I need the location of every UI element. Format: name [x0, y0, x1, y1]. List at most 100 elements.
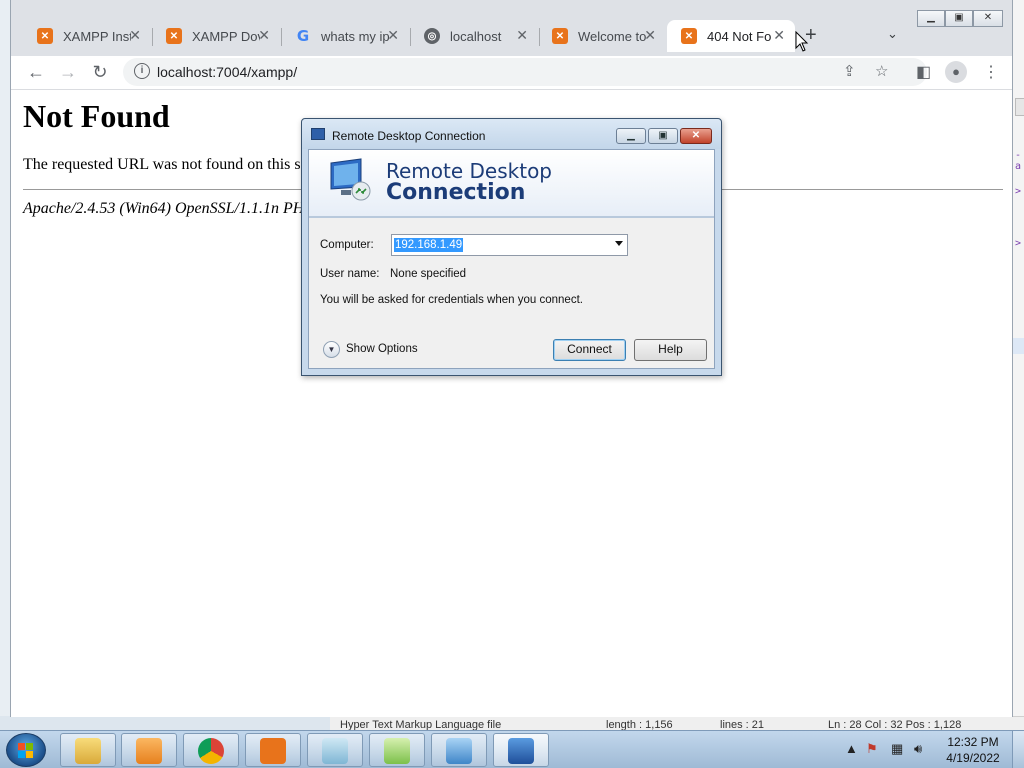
remote-desktop-icon: [311, 128, 325, 140]
tab-close-icon[interactable]: ✕: [644, 27, 656, 44]
tab-xampp-download[interactable]: ✕ XAMPP Dov ✕: [152, 20, 280, 52]
banner-title-line2: Connection: [386, 180, 526, 205]
action-center-icon[interactable]: ⚑: [866, 741, 878, 757]
tab-close-icon[interactable]: ✕: [129, 27, 141, 44]
help-button[interactable]: Help: [634, 339, 707, 361]
tab-search-chevron-icon[interactable]: ⌄: [887, 26, 898, 42]
notepad-icon: [322, 738, 348, 764]
show-options-link[interactable]: Show Options: [346, 343, 418, 355]
forward-arrow-icon[interactable]: →: [57, 62, 79, 83]
dialog-titlebar[interactable]: Remote Desktop Connection ▁ ▣ ✕: [302, 119, 721, 149]
mouse-cursor-icon: [795, 31, 809, 52]
close-window-icon[interactable]: ✕: [973, 10, 1003, 27]
network-icon[interactable]: ▦: [891, 741, 903, 757]
chrome-icon: [198, 738, 224, 764]
tab-title: localhost: [450, 28, 502, 44]
xampp-icon: ✕: [37, 28, 53, 44]
credentials-note: You will be asked for credentials when y…: [320, 294, 583, 306]
taskbar-notepad[interactable]: [307, 733, 363, 767]
remote-desktop-monitor-icon: [330, 158, 371, 201]
browser-toolbar: ← → ↻ i localhost:7004/xampp/ ⇪ ☆ ◧ ● ⋮: [11, 56, 1012, 90]
remote-desktop-dialog: Remote Desktop Connection ▁ ▣ ✕ Remote D…: [301, 118, 722, 376]
close-icon[interactable]: ✕: [680, 128, 712, 144]
taskbar-chrome[interactable]: [183, 733, 239, 767]
editor-markup-fragment: >: [1015, 238, 1022, 249]
notepad-plus-plus-icon: [384, 738, 410, 764]
tab-title: 404 Not Fo: [707, 28, 772, 44]
maximize-icon[interactable]: ▣: [648, 128, 678, 144]
taskbar-remote-desktop[interactable]: [493, 733, 549, 767]
tab-close-icon[interactable]: ✕: [258, 27, 270, 44]
expand-chevron-icon[interactable]: ▼: [323, 341, 340, 358]
menu-dots-icon[interactable]: ⋮: [983, 62, 999, 82]
status-file-type: Hyper Text Markup Language file: [340, 719, 502, 730]
clock-date[interactable]: 4/19/2022: [938, 751, 1008, 765]
reload-icon[interactable]: ↻: [89, 62, 111, 83]
show-hidden-icons-icon[interactable]: ▲: [845, 741, 858, 756]
taskbar-control-panel[interactable]: [431, 733, 487, 767]
tab-strip: ✕ XAMPP Inst ✕ ✕ XAMPP Dov ✕ G whats my …: [11, 0, 1012, 56]
status-position: Ln : 28 Col : 32 Pos : 1,128: [828, 719, 962, 730]
editor-markup-fragment: >: [1015, 186, 1022, 197]
taskbar: ▲ ⚑ ▦ 🔊︎ 12:32 PM 4/19/2022: [0, 730, 1024, 768]
remote-desktop-icon: [508, 738, 534, 764]
dialog-body: Remote Desktop Connection Computer: 192.…: [308, 149, 715, 369]
computer-combobox[interactable]: 192.168.1.49: [391, 234, 628, 256]
xampp-icon: ✕: [552, 28, 568, 44]
xampp-icon: ✕: [681, 28, 697, 44]
page-heading: Not Found: [23, 98, 170, 134]
xampp-icon: ✕: [166, 28, 182, 44]
tab-title: XAMPP Dov: [192, 28, 260, 44]
tab-close-icon[interactable]: ✕: [773, 27, 785, 44]
computer-value[interactable]: 192.168.1.49: [394, 238, 464, 252]
tab-title: whats my ip: [321, 28, 389, 44]
taskbar-media-player[interactable]: [121, 733, 177, 767]
address-url[interactable]: localhost:7004/xampp/: [157, 64, 297, 80]
site-info-icon[interactable]: i: [134, 63, 150, 79]
media-player-icon: [136, 738, 162, 764]
minimize-icon[interactable]: ▁: [616, 128, 646, 144]
status-lines: lines : 21: [720, 719, 765, 730]
volume-icon[interactable]: 🔊︎: [914, 741, 922, 757]
share-icon[interactable]: ⇪: [843, 62, 856, 80]
taskbar-xampp[interactable]: [245, 733, 301, 767]
background-editor-window: -a > >: [1012, 0, 1024, 730]
tab-title: XAMPP Inst: [63, 28, 131, 44]
status-length: length : 1,156: [606, 719, 673, 730]
back-arrow-icon[interactable]: ←: [25, 62, 47, 83]
maximize-icon[interactable]: ▣: [945, 10, 973, 27]
tab-close-icon[interactable]: ✕: [387, 27, 399, 44]
editor-status-bar: Hyper Text Markup Language file length :…: [330, 716, 1024, 730]
connect-button[interactable]: Connect: [553, 339, 626, 361]
taskbar-explorer[interactable]: [60, 733, 116, 767]
xampp-icon: [260, 738, 286, 764]
address-bar[interactable]: i localhost:7004/xampp/ ⇪ ☆: [123, 58, 927, 86]
dropdown-arrow-icon[interactable]: [615, 241, 623, 246]
tab-welcome[interactable]: ✕ Welcome to ✕: [538, 20, 666, 52]
profile-avatar-icon[interactable]: ●: [945, 61, 967, 83]
tab-xampp-install[interactable]: ✕ XAMPP Inst ✕: [23, 20, 151, 52]
bookmark-star-icon[interactable]: ☆: [875, 62, 888, 80]
username-label: User name:: [320, 268, 380, 280]
side-panel-icon[interactable]: ◧: [916, 62, 931, 82]
globe-icon: ◎: [424, 28, 440, 44]
show-desktop-button[interactable]: [1012, 731, 1024, 768]
tab-localhost[interactable]: ◎ localhost ✕: [410, 20, 538, 52]
windows-logo-icon: [18, 743, 34, 759]
editor-scroll-button[interactable]: [1015, 98, 1024, 116]
error-message: The requested URL was not found on this …: [23, 156, 337, 173]
tab-whats-my-ip[interactable]: G whats my ip ✕: [281, 20, 409, 52]
minimize-icon[interactable]: ▁: [917, 10, 945, 27]
tab-close-icon[interactable]: ✕: [516, 27, 528, 44]
google-icon: G: [296, 27, 310, 45]
tab-404-not-found[interactable]: ✕ 404 Not Fo ✕: [667, 20, 795, 52]
control-panel-icon: [446, 738, 472, 764]
editor-current-line: [1013, 338, 1024, 354]
folder-icon: [75, 738, 101, 764]
start-button[interactable]: [6, 733, 46, 767]
dialog-title: Remote Desktop Connection: [332, 129, 486, 143]
clock-time[interactable]: 12:32 PM: [938, 735, 1008, 749]
tab-title: Welcome to: [578, 28, 646, 44]
taskbar-notepad-plus-plus[interactable]: [369, 733, 425, 767]
editor-markup-fragment: -a: [1015, 150, 1022, 172]
